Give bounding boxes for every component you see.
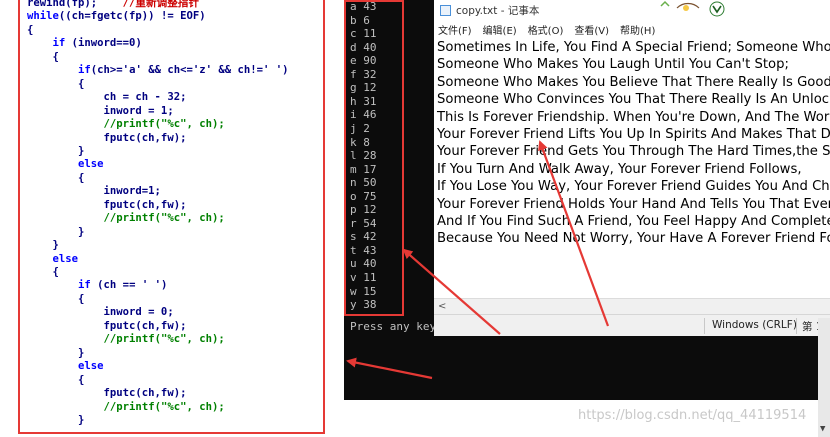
notepad-app-icon (440, 5, 451, 16)
notepad-statusbar: Windows (CRLF) 第 10 (434, 314, 830, 336)
menu-edit[interactable]: 编辑(E) (479, 22, 517, 37)
notepad-line: Someone Who Makes You Believe That There… (437, 74, 830, 90)
menu-file[interactable]: 文件(F) (434, 22, 472, 37)
code-highlight-frame (18, 0, 325, 434)
notepad-horizontal-scrollbar[interactable]: < (434, 298, 830, 315)
notepad-line: Your Forever Friend Gets You Through The… (437, 144, 830, 160)
status-separator (796, 318, 797, 334)
notepad-line: Your Forever Friend Holds Your Hand And … (437, 196, 830, 212)
menu-help[interactable]: 帮助(H) (616, 22, 655, 37)
status-separator (704, 318, 705, 334)
watermark: https://blog.csdn.net/qq_44119514 (578, 408, 807, 423)
menu-format[interactable]: 格式(O) (524, 22, 564, 37)
notepad-line: And If You Find Such A Friend, You Feel … (437, 214, 830, 229)
notepad-line: Sometimes In Life, You Find A Special Fr… (437, 40, 830, 55)
menu-view[interactable]: 查看(V) (570, 22, 609, 37)
notepad-menubar: 文件(F) 编辑(E) 格式(O) 查看(V) 帮助(H) (434, 22, 662, 39)
notepad-line: If You Turn And Walk Away, Your Forever … (437, 161, 802, 177)
page-vertical-scrollbar[interactable]: ▼ (818, 318, 830, 437)
notepad-titlebar[interactable]: copy.txt - 记事本 (434, 0, 830, 20)
notepad-line: Someone Who Makes You Laugh Until You Ca… (437, 57, 789, 73)
notepad-line: Your Forever Friend Lifts You Up In Spir… (437, 127, 830, 142)
notepad-line: If You Lose You Way, Your Forever Friend… (437, 179, 830, 195)
notepad-line: Someone Who Convinces You That There Rea… (437, 92, 830, 108)
notepad-line: Because You Need Not Worry, Your Have A … (437, 231, 830, 247)
scroll-left-arrow-icon[interactable]: < (438, 301, 446, 312)
notepad-line: This Is Forever Friendship. When You're … (437, 109, 830, 125)
status-encoding: Windows (CRLF) (712, 319, 797, 331)
notepad-window[interactable]: copy.txt - 记事本 文件(F) 编辑(E) 格式(O) 查看(V) 帮助(H)… (434, 0, 830, 336)
decoration-icon (660, 0, 725, 17)
console-highlight-frame (344, 0, 404, 316)
code-editor[interactable]: rewind(fp); //重新调整指针 while((ch=fgetc(fp))… (0, 0, 350, 437)
scroll-down-arrow-icon[interactable]: ▼ (820, 424, 825, 434)
console-prompt: Press any key (350, 320, 437, 333)
notepad-title: copy.txt - 记事本 (456, 5, 540, 17)
